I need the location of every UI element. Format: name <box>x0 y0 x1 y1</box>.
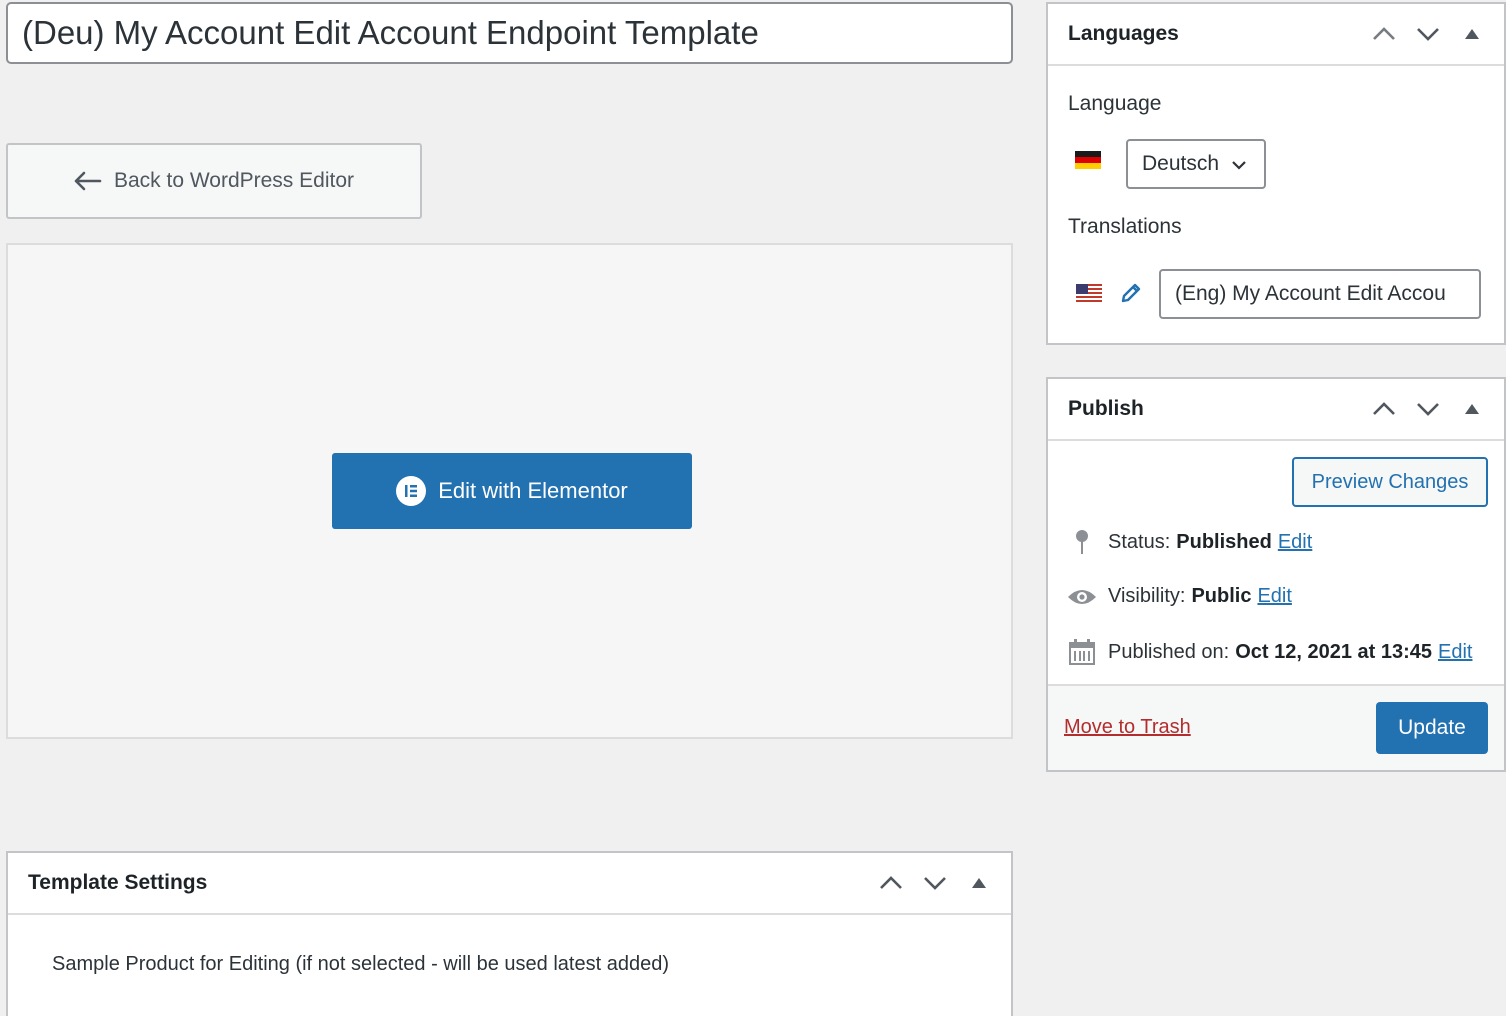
chevron-down-icon[interactable] <box>1414 395 1442 423</box>
language-select[interactable]: Deutsch <box>1126 139 1266 189</box>
elementor-logo-icon <box>396 476 427 506</box>
published-on-row: Published on: Oct 12, 2021 at 13:45 Edit <box>1066 639 1472 665</box>
visibility-value: Public <box>1191 585 1252 607</box>
publish-box: Publish Preview Changes Status: Publishe… <box>1046 377 1506 772</box>
published-on-label: Published on: <box>1108 640 1230 663</box>
publish-box-header: Publish <box>1048 379 1504 441</box>
edit-visibility-link[interactable]: Edit <box>1257 585 1291 608</box>
move-to-trash-link[interactable]: Move to Trash <box>1064 716 1191 739</box>
template-settings-header: Template Settings <box>8 853 1011 915</box>
chevron-down-icon[interactable] <box>1414 20 1442 48</box>
visibility-row: Visibility: Public Edit <box>1066 585 1292 608</box>
pencil-icon[interactable] <box>1119 281 1143 310</box>
language-label: Language <box>1068 92 1162 115</box>
update-button[interactable]: Update <box>1376 702 1488 754</box>
edit-status-link[interactable]: Edit <box>1278 531 1312 554</box>
languages-box-title: Languages <box>1068 22 1179 45</box>
flag-de-icon <box>1075 151 1101 169</box>
chevron-up-icon[interactable] <box>1370 20 1398 48</box>
publish-actions: Move to Trash Update <box>1048 684 1504 770</box>
status-row: Status: Published Edit <box>1066 529 1312 555</box>
chevron-up-icon[interactable] <box>877 869 905 897</box>
edit-date-link[interactable]: Edit <box>1438 641 1472 664</box>
calendar-icon <box>1066 639 1098 665</box>
status-value: Published <box>1176 530 1272 553</box>
pin-icon <box>1066 529 1098 555</box>
languages-box-header: Languages <box>1048 4 1504 66</box>
triangle-up-icon[interactable] <box>965 869 993 897</box>
flag-us-icon <box>1076 284 1102 302</box>
visibility-label: Visibility: <box>1108 585 1186 607</box>
translations-label: Translations <box>1068 215 1182 238</box>
eye-icon <box>1066 587 1098 607</box>
preview-changes-button[interactable]: Preview Changes <box>1292 457 1488 507</box>
back-to-wordpress-editor-button[interactable]: Back to WordPress Editor <box>6 143 422 219</box>
back-button-label: Back to WordPress Editor <box>113 169 355 192</box>
triangle-up-icon[interactable] <box>1458 395 1486 423</box>
template-settings-box: Template Settings Sample Product for Edi… <box>6 851 1013 1016</box>
translation-input[interactable]: (Eng) My Account Edit Accou <box>1159 269 1481 319</box>
published-on-value: Oct 12, 2021 at 13:45 <box>1235 640 1432 663</box>
elementor-button-label: Edit with Elementor <box>438 478 628 503</box>
elementor-editor-panel: Edit with Elementor <box>6 243 1013 739</box>
template-settings-title: Template Settings <box>28 871 208 894</box>
status-label: Status: <box>1108 530 1171 553</box>
chevron-down-icon <box>1231 152 1247 176</box>
language-select-value: Deutsch <box>1142 152 1220 175</box>
sample-product-label: Sample Product for Editing (if not selec… <box>52 953 669 975</box>
publish-box-title: Publish <box>1068 397 1144 420</box>
edit-with-elementor-button[interactable]: Edit with Elementor <box>332 453 692 529</box>
chevron-up-icon[interactable] <box>1370 395 1398 423</box>
languages-box: Languages Language Deutsch Translations <box>1046 2 1506 345</box>
triangle-up-icon[interactable] <box>1458 20 1486 48</box>
arrow-left-icon <box>74 171 102 191</box>
post-title-input[interactable]: (Deu) My Account Edit Account Endpoint T… <box>6 2 1013 64</box>
chevron-down-icon[interactable] <box>921 869 949 897</box>
